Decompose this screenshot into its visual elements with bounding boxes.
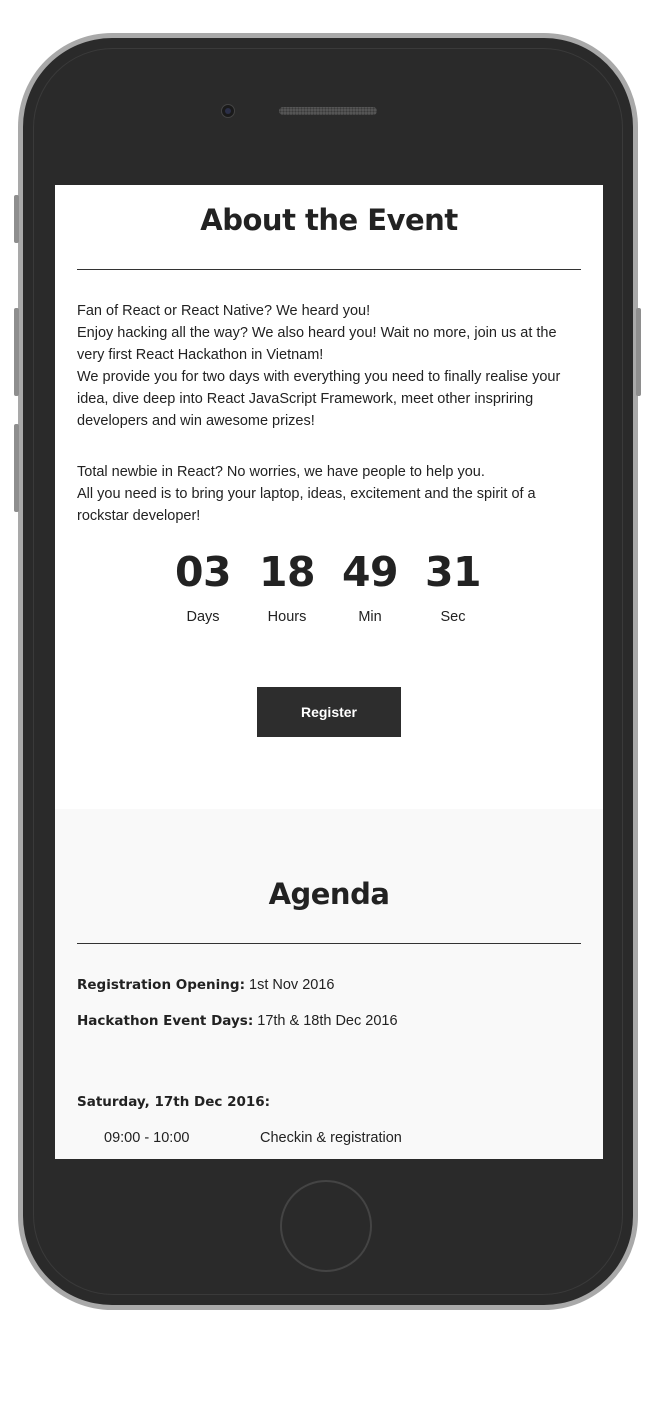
about-outro: Total newbie in React? No worries, we ha… [77,461,583,527]
volume-up-button [14,308,19,396]
outro-line: Total newbie in React? No worries, we ha… [77,464,485,480]
registration-opening-label: Registration Opening: [77,977,245,993]
intro-line: Fan of React or React Native? We heard y… [77,303,371,319]
registration-opening-value: 1st Nov 2016 [249,977,335,993]
agenda-section: Agenda Registration Opening: 1st Nov 201… [55,809,603,1159]
home-button[interactable] [280,1180,372,1272]
schedule-activity: Checkin & registration [260,1130,402,1146]
countdown-hours-label: Hours [267,609,307,625]
countdown-hours: 18 Hours [247,547,327,625]
agenda-title: Agenda [268,877,390,911]
mute-switch [14,195,19,243]
countdown-days-label: Days [186,609,220,625]
about-divider [77,269,581,270]
phone-screen: About the Event Fan of React or React Na… [55,185,603,1159]
countdown-sec-value: 31 [424,548,482,596]
about-intro: Fan of React or React Native? We heard y… [77,300,583,432]
countdown-sec-label: Sec [440,609,466,625]
register-button[interactable]: Register [257,687,401,737]
about-title: About the Event [200,203,458,237]
intro-line: Enjoy hacking all the way? We also heard… [77,325,557,363]
countdown-min: 49 Min [330,547,410,625]
event-days-label: Hackathon Event Days: [77,1013,254,1029]
volume-down-button [14,424,19,512]
event-days: Hackathon Event Days: 17th & 18th Dec 20… [77,1011,583,1031]
front-camera-icon [221,104,235,118]
countdown-sec: 31 Sec [413,547,493,625]
power-button [636,308,641,396]
countdown-days-value: 03 [174,548,232,596]
earpiece-speaker [279,107,377,115]
countdown-days: 03 Days [163,547,243,625]
agenda-divider [77,943,581,944]
event-days-value: 17th & 18th Dec 2016 [257,1013,398,1029]
day-heading: Saturday, 17th Dec 2016: [77,1094,271,1110]
about-section: About the Event Fan of React or React Na… [55,185,603,809]
schedule-time: 09:00 - 10:00 [104,1130,190,1146]
countdown-min-label: Min [358,609,382,625]
outro-line: All you need is to bring your laptop, id… [77,486,536,524]
registration-opening: Registration Opening: 1st Nov 2016 [77,975,583,995]
intro-line: We provide you for two days with everyth… [77,369,561,429]
countdown-min-value: 49 [341,548,399,596]
countdown-hours-value: 18 [258,548,316,596]
